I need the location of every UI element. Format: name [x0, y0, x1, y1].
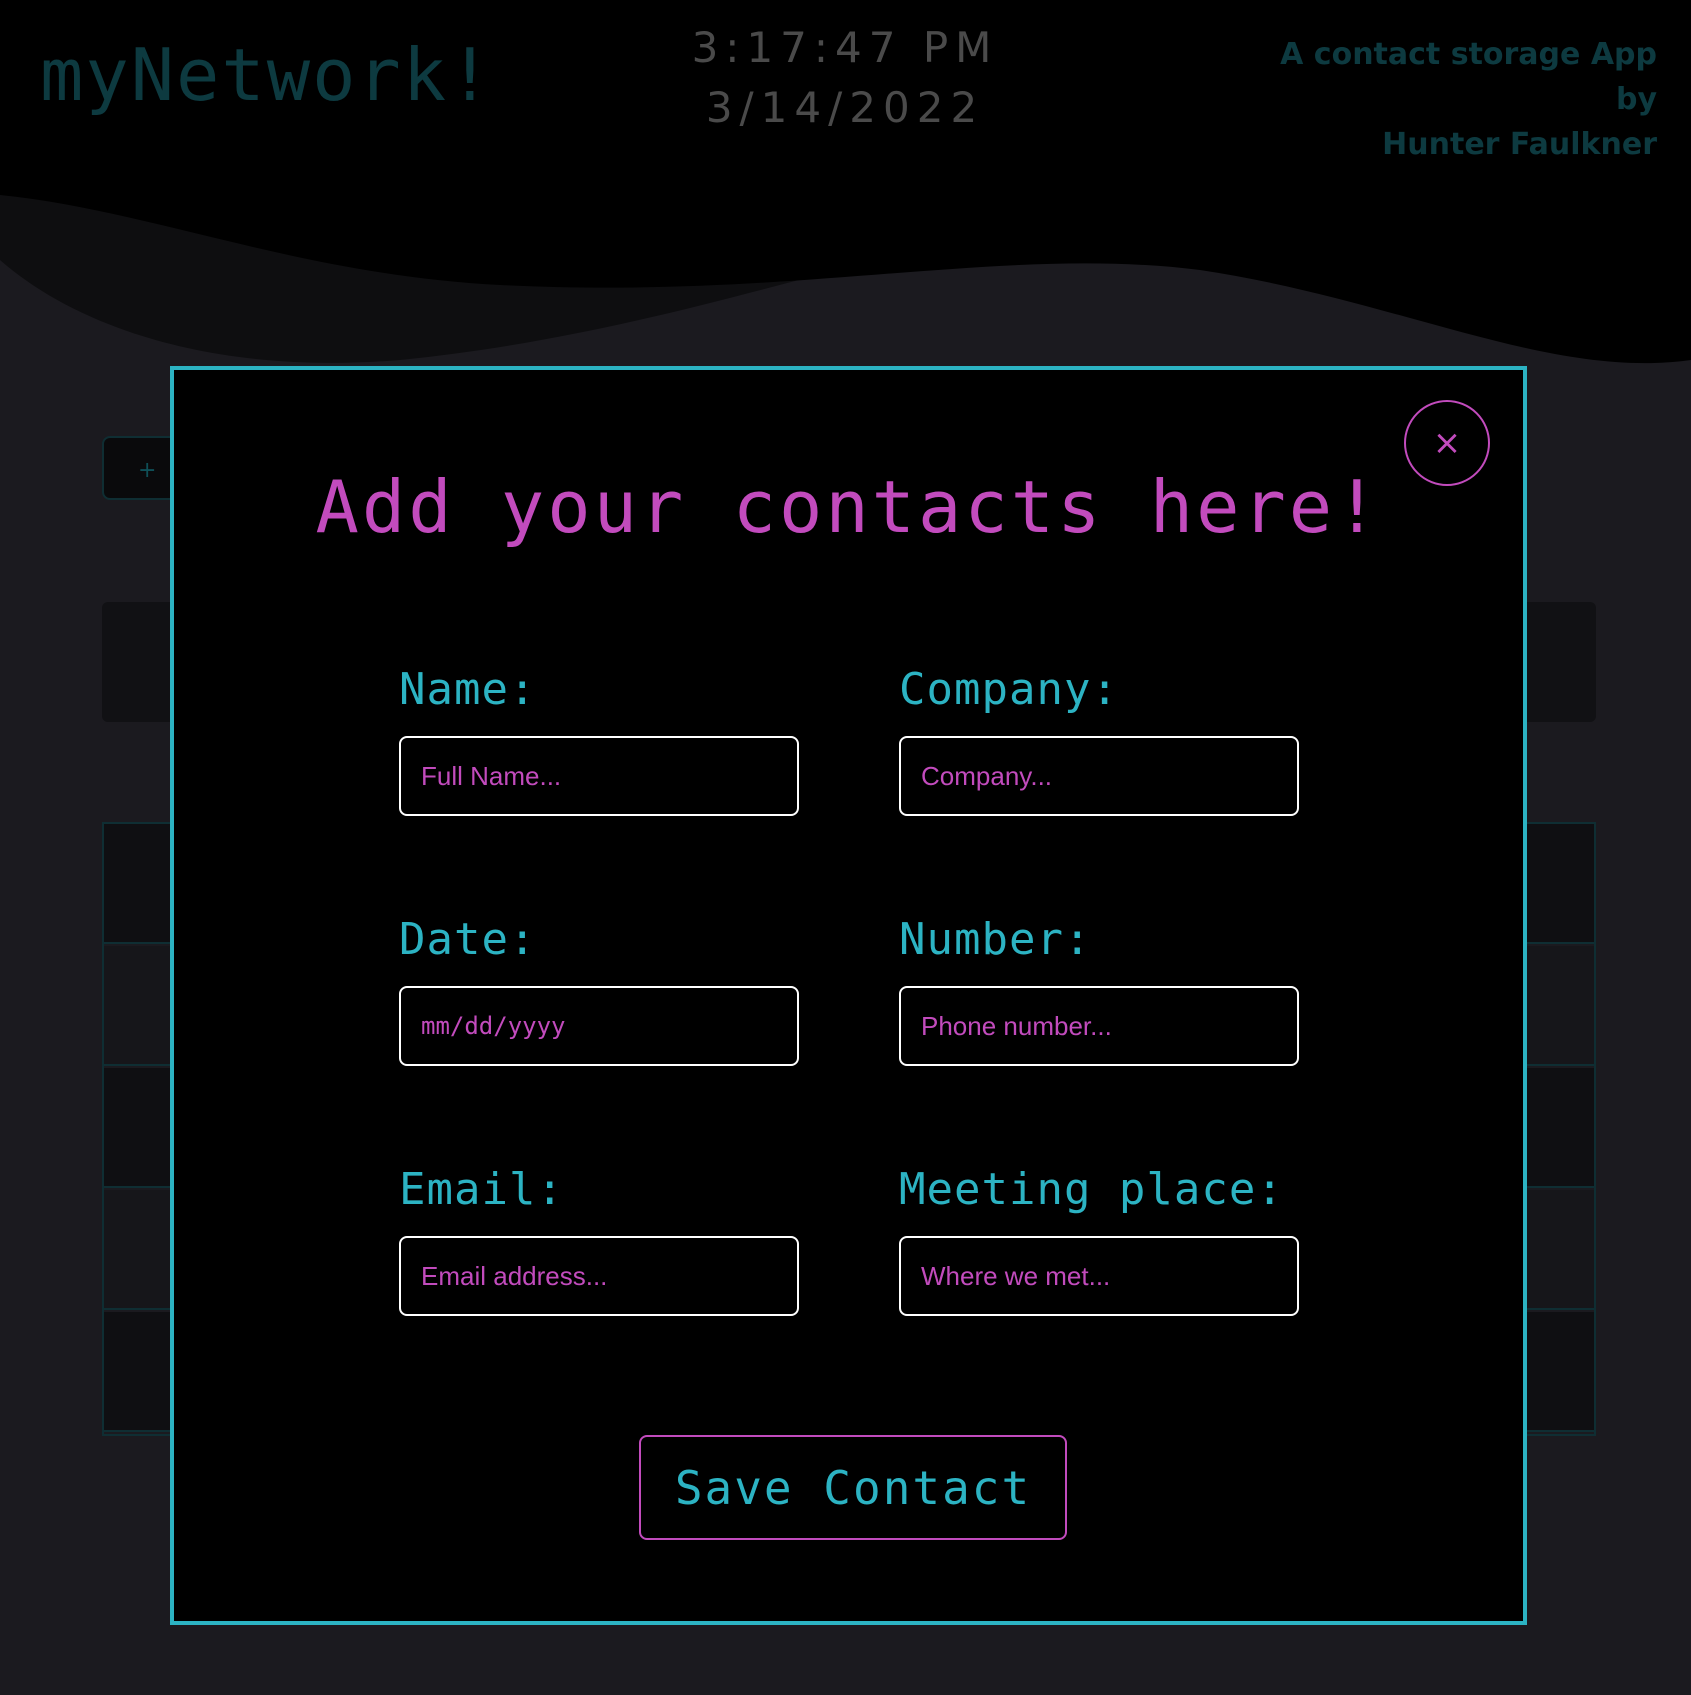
- company-input[interactable]: [899, 736, 1299, 816]
- name-label: Name:: [399, 664, 537, 715]
- clock-display: 3:17:47 PM 3/14/2022: [645, 18, 1045, 138]
- email-label: Email:: [399, 1164, 564, 1215]
- byline-line-2: Hunter Faulkner: [1382, 127, 1657, 162]
- email-input[interactable]: [399, 1236, 799, 1316]
- number-label: Number:: [899, 914, 1092, 965]
- name-input[interactable]: [399, 736, 799, 816]
- meeting-place-label: Meeting place:: [899, 1164, 1284, 1215]
- plus-icon: +: [138, 458, 157, 483]
- company-label: Company:: [899, 664, 1119, 715]
- modal-title: Add your contacts here!: [315, 465, 1382, 549]
- date-label: Date:: [399, 914, 537, 965]
- app-logo: myNetwork!: [40, 33, 494, 117]
- phone-number-input[interactable]: [899, 986, 1299, 1066]
- current-date: 3/14/2022: [705, 83, 985, 132]
- app-byline: A contact storage App by Hunter Faulkner: [1237, 32, 1657, 167]
- add-contact-modal: × Add your contacts here! Name: Company:…: [170, 366, 1527, 1625]
- save-contact-button[interactable]: Save Contact: [639, 1435, 1067, 1540]
- meeting-place-input[interactable]: [899, 1236, 1299, 1316]
- date-input[interactable]: [399, 986, 799, 1066]
- current-time: 3:17:47 PM: [691, 23, 999, 72]
- byline-line-1: A contact storage App by: [1280, 37, 1657, 117]
